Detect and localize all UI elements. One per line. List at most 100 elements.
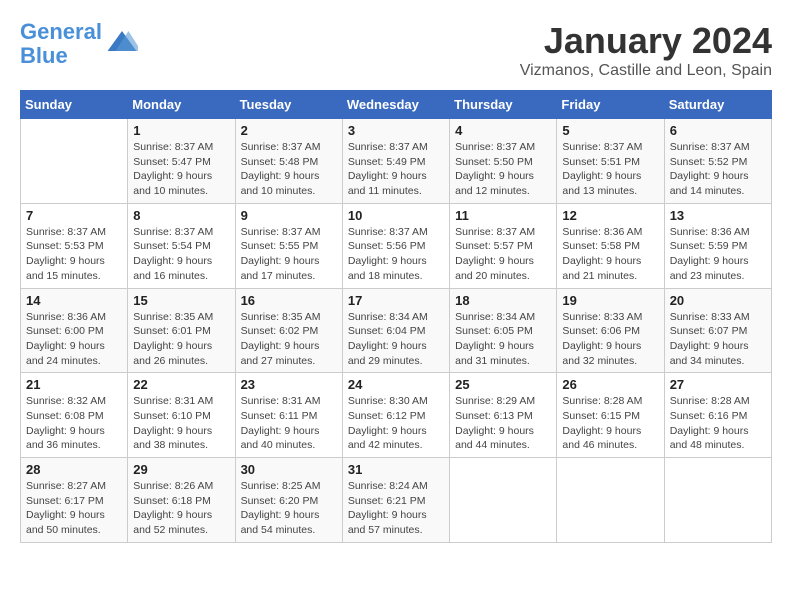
calendar-cell: 12 Sunrise: 8:36 AM Sunset: 5:58 PM Dayli… xyxy=(557,203,664,288)
calendar-cell xyxy=(557,458,664,543)
day-number: 22 xyxy=(133,377,229,392)
day-info: Sunrise: 8:32 AM Sunset: 6:08 PM Dayligh… xyxy=(26,394,122,453)
calendar-cell: 11 Sunrise: 8:37 AM Sunset: 5:57 PM Dayli… xyxy=(450,203,557,288)
calendar-cell: 16Sunrise: 8:35 AM Sunset: 6:02 PM Dayli… xyxy=(235,288,342,373)
day-info: Sunrise: 8:28 AM Sunset: 6:15 PM Dayligh… xyxy=(562,394,658,453)
calendar-cell: 31 Sunrise: 8:24 AM Sunset: 6:21 PM Dayli… xyxy=(342,458,449,543)
day-info: Sunrise: 8:37 AM Sunset: 5:52 PM Dayligh… xyxy=(670,140,766,199)
calendar-cell: 17 Sunrise: 8:34 AM Sunset: 6:04 PM Dayli… xyxy=(342,288,449,373)
day-info: Sunrise: 8:36 AM Sunset: 6:00 PM Dayligh… xyxy=(26,310,122,369)
logo: General Blue xyxy=(20,20,138,68)
day-info: Sunrise: 8:30 AM Sunset: 6:12 PM Dayligh… xyxy=(348,394,444,453)
day-number: 20 xyxy=(670,293,766,308)
day-info: Sunrise: 8:31 AM Sunset: 6:11 PM Dayligh… xyxy=(241,394,337,453)
day-info: Sunrise: 8:34 AM Sunset: 6:04 PM Dayligh… xyxy=(348,310,444,369)
day-info: Sunrise: 8:35 AM Sunset: 6:01 PM Dayligh… xyxy=(133,310,229,369)
calendar-cell: 24 Sunrise: 8:30 AM Sunset: 6:12 PM Dayli… xyxy=(342,373,449,458)
calendar-cell xyxy=(664,458,771,543)
calendar-cell: 13 Sunrise: 8:36 AM Sunset: 5:59 PM Dayli… xyxy=(664,203,771,288)
day-info: Sunrise: 8:33 AM Sunset: 6:07 PM Dayligh… xyxy=(670,310,766,369)
calendar-cell: 29 Sunrise: 8:26 AM Sunset: 6:18 PM Dayli… xyxy=(128,458,235,543)
day-number: 3 xyxy=(348,123,444,138)
month-title: January 2024 xyxy=(520,20,772,62)
calendar-cell: 10 Sunrise: 8:37 AM Sunset: 5:56 PM Dayli… xyxy=(342,203,449,288)
day-number: 25 xyxy=(455,377,551,392)
day-header-thursday: Thursday xyxy=(450,91,557,119)
calendar-cell: 21 Sunrise: 8:32 AM Sunset: 6:08 PM Dayli… xyxy=(21,373,128,458)
week-row-5: 28Sunrise: 8:27 AM Sunset: 6:17 PM Dayli… xyxy=(21,458,772,543)
day-info: Sunrise: 8:34 AM Sunset: 6:05 PM Dayligh… xyxy=(455,310,551,369)
day-info: Sunrise: 8:24 AM Sunset: 6:21 PM Dayligh… xyxy=(348,479,444,538)
day-info: Sunrise: 8:33 AM Sunset: 6:06 PM Dayligh… xyxy=(562,310,658,369)
calendar-cell: 20 Sunrise: 8:33 AM Sunset: 6:07 PM Dayli… xyxy=(664,288,771,373)
day-info: Sunrise: 8:37 AM Sunset: 5:53 PM Dayligh… xyxy=(26,225,122,284)
day-info: Sunrise: 8:37 AM Sunset: 5:48 PM Dayligh… xyxy=(241,140,337,199)
day-number: 17 xyxy=(348,293,444,308)
day-header-sunday: Sunday xyxy=(21,91,128,119)
day-info: Sunrise: 8:28 AM Sunset: 6:16 PM Dayligh… xyxy=(670,394,766,453)
day-info: Sunrise: 8:29 AM Sunset: 6:13 PM Dayligh… xyxy=(455,394,551,453)
calendar-cell: 9Sunrise: 8:37 AM Sunset: 5:55 PM Daylig… xyxy=(235,203,342,288)
day-header-friday: Friday xyxy=(557,91,664,119)
day-info: Sunrise: 8:37 AM Sunset: 5:54 PM Dayligh… xyxy=(133,225,229,284)
calendar-cell: 4 Sunrise: 8:37 AM Sunset: 5:50 PM Daylig… xyxy=(450,119,557,204)
day-number: 12 xyxy=(562,208,658,223)
day-info: Sunrise: 8:36 AM Sunset: 5:59 PM Dayligh… xyxy=(670,225,766,284)
day-info: Sunrise: 8:37 AM Sunset: 5:56 PM Dayligh… xyxy=(348,225,444,284)
day-info: Sunrise: 8:26 AM Sunset: 6:18 PM Dayligh… xyxy=(133,479,229,538)
day-number: 10 xyxy=(348,208,444,223)
day-number: 31 xyxy=(348,462,444,477)
day-number: 5 xyxy=(562,123,658,138)
day-number: 21 xyxy=(26,377,122,392)
day-info: Sunrise: 8:37 AM Sunset: 5:57 PM Dayligh… xyxy=(455,225,551,284)
day-number: 15 xyxy=(133,293,229,308)
calendar-cell: 2 Sunrise: 8:37 AM Sunset: 5:48 PM Daylig… xyxy=(235,119,342,204)
day-header-saturday: Saturday xyxy=(664,91,771,119)
calendar-cell: 6Sunrise: 8:37 AM Sunset: 5:52 PM Daylig… xyxy=(664,119,771,204)
day-info: Sunrise: 8:36 AM Sunset: 5:58 PM Dayligh… xyxy=(562,225,658,284)
day-header-monday: Monday xyxy=(128,91,235,119)
week-row-3: 14 Sunrise: 8:36 AM Sunset: 6:00 PM Dayli… xyxy=(21,288,772,373)
calendar-cell: 8 Sunrise: 8:37 AM Sunset: 5:54 PM Daylig… xyxy=(128,203,235,288)
day-number: 7 xyxy=(26,208,122,223)
day-number: 13 xyxy=(670,208,766,223)
day-header-tuesday: Tuesday xyxy=(235,91,342,119)
header-row: SundayMondayTuesdayWednesdayThursdayFrid… xyxy=(21,91,772,119)
day-info: Sunrise: 8:25 AM Sunset: 6:20 PM Dayligh… xyxy=(241,479,337,538)
day-number: 8 xyxy=(133,208,229,223)
location-subtitle: Vizmanos, Castille and Leon, Spain xyxy=(520,62,772,80)
calendar-cell xyxy=(21,119,128,204)
logo-text: General Blue xyxy=(20,20,102,68)
day-info: Sunrise: 8:37 AM Sunset: 5:49 PM Dayligh… xyxy=(348,140,444,199)
day-number: 29 xyxy=(133,462,229,477)
day-info: Sunrise: 8:31 AM Sunset: 6:10 PM Dayligh… xyxy=(133,394,229,453)
calendar-cell: 18 Sunrise: 8:34 AM Sunset: 6:05 PM Dayli… xyxy=(450,288,557,373)
week-row-1: 1Sunrise: 8:37 AM Sunset: 5:47 PM Daylig… xyxy=(21,119,772,204)
day-number: 24 xyxy=(348,377,444,392)
week-row-2: 7 Sunrise: 8:37 AM Sunset: 5:53 PM Daylig… xyxy=(21,203,772,288)
day-number: 18 xyxy=(455,293,551,308)
day-number: 16 xyxy=(241,293,337,308)
day-number: 4 xyxy=(455,123,551,138)
day-number: 28 xyxy=(26,462,122,477)
day-info: Sunrise: 8:37 AM Sunset: 5:50 PM Dayligh… xyxy=(455,140,551,199)
day-info: Sunrise: 8:37 AM Sunset: 5:47 PM Dayligh… xyxy=(133,140,229,199)
calendar-cell: 22 Sunrise: 8:31 AM Sunset: 6:10 PM Dayli… xyxy=(128,373,235,458)
calendar-cell xyxy=(450,458,557,543)
day-number: 2 xyxy=(241,123,337,138)
day-number: 19 xyxy=(562,293,658,308)
calendar-cell: 3 Sunrise: 8:37 AM Sunset: 5:49 PM Daylig… xyxy=(342,119,449,204)
day-number: 14 xyxy=(26,293,122,308)
header: General Blue January 2024 Vizmanos, Cast… xyxy=(20,20,772,80)
calendar-table: SundayMondayTuesdayWednesdayThursdayFrid… xyxy=(20,90,772,543)
title-area: January 2024 Vizmanos, Castille and Leon… xyxy=(520,20,772,80)
calendar-cell: 1Sunrise: 8:37 AM Sunset: 5:47 PM Daylig… xyxy=(128,119,235,204)
calendar-cell: 14 Sunrise: 8:36 AM Sunset: 6:00 PM Dayli… xyxy=(21,288,128,373)
calendar-cell: 19 Sunrise: 8:33 AM Sunset: 6:06 PM Dayli… xyxy=(557,288,664,373)
day-number: 23 xyxy=(241,377,337,392)
calendar-cell: 30Sunrise: 8:25 AM Sunset: 6:20 PM Dayli… xyxy=(235,458,342,543)
day-number: 9 xyxy=(241,208,337,223)
day-number: 11 xyxy=(455,208,551,223)
calendar-cell: 5 Sunrise: 8:37 AM Sunset: 5:51 PM Daylig… xyxy=(557,119,664,204)
day-info: Sunrise: 8:37 AM Sunset: 5:51 PM Dayligh… xyxy=(562,140,658,199)
